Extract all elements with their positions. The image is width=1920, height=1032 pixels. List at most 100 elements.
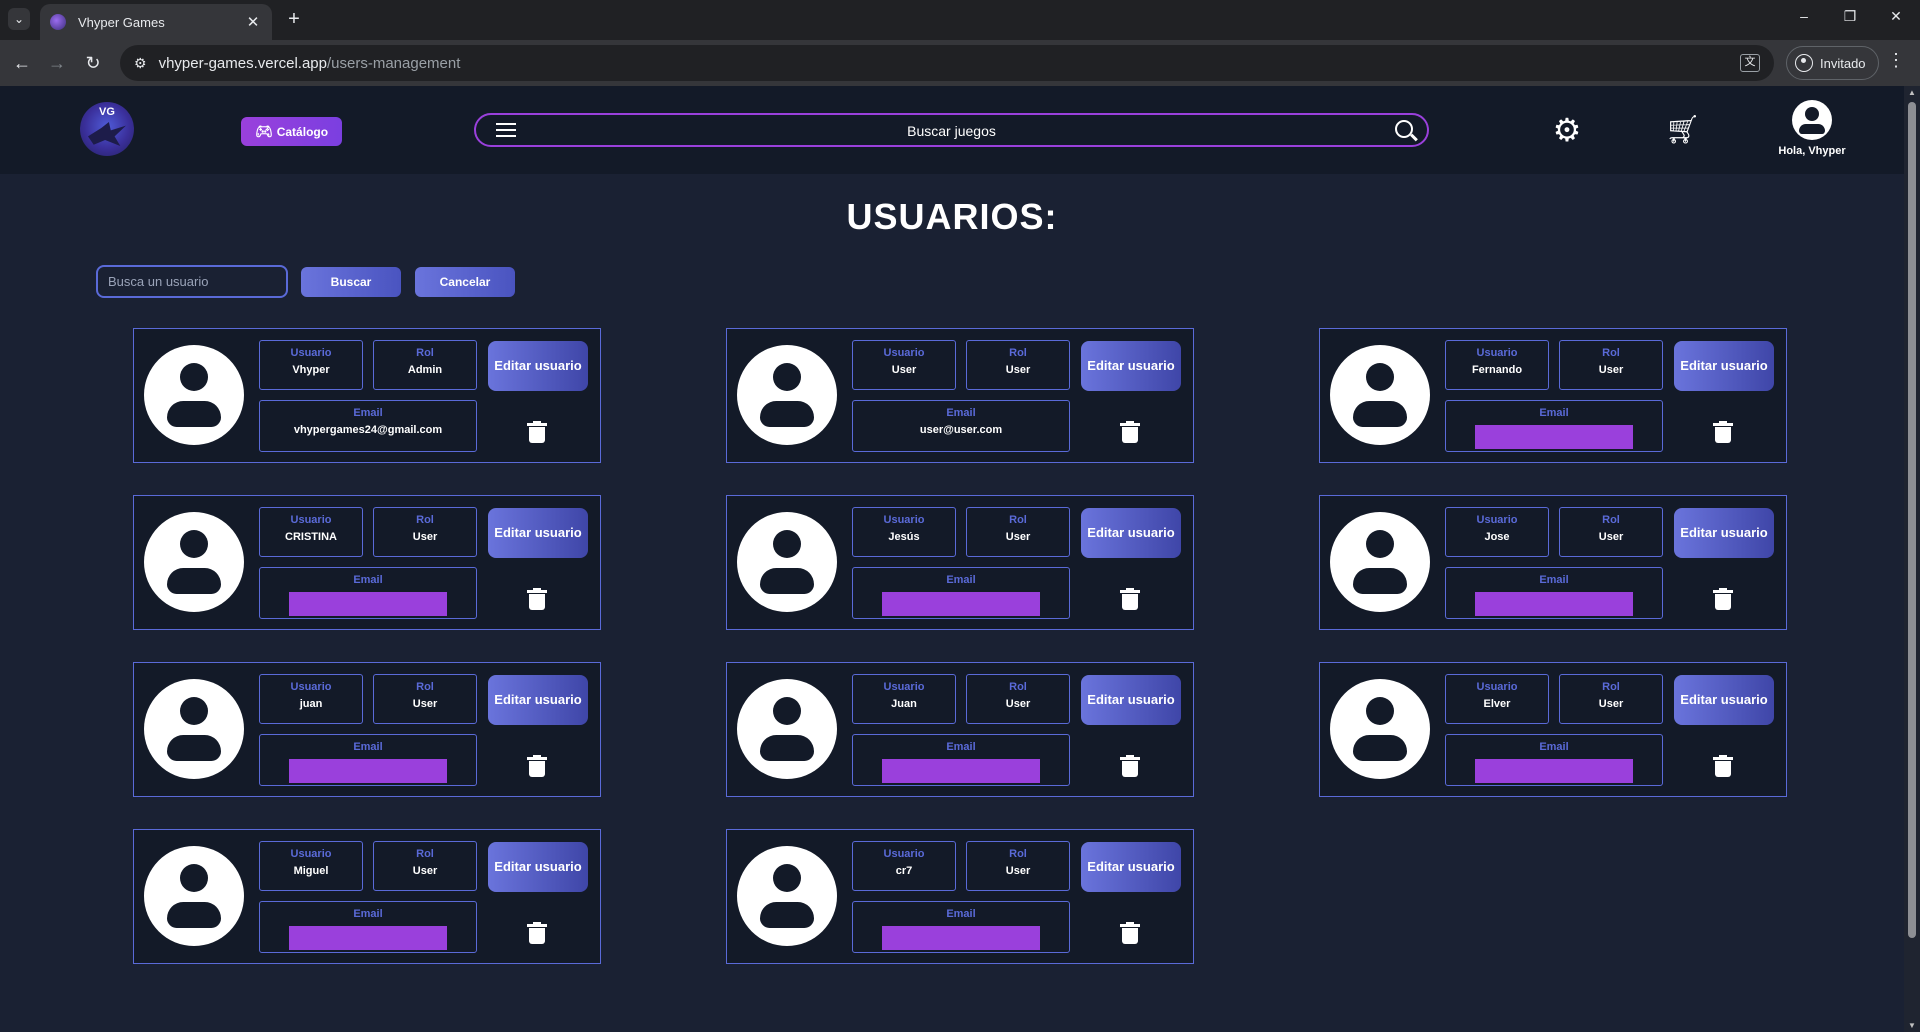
email-label: Email (946, 407, 976, 419)
window-close-icon[interactable]: ✕ (1884, 8, 1908, 25)
username-value: Juan (891, 698, 917, 710)
user-avatar-icon (737, 846, 837, 946)
user-menu[interactable]: Hola, Vhyper (1772, 100, 1852, 157)
role-field: Rol User (966, 841, 1070, 891)
catalog-button[interactable]: 🎮︎ Catálogo (241, 117, 342, 146)
redacted-email (882, 926, 1040, 950)
edit-user-button[interactable]: Editar usuario (488, 341, 588, 391)
delete-trash-icon[interactable] (1120, 421, 1140, 443)
username-value: Fernando (1471, 364, 1523, 376)
email-label: Email (1539, 741, 1569, 753)
shopping-cart-icon[interactable]: 🛒︎ (1665, 114, 1701, 146)
search-button[interactable]: Buscar (301, 267, 401, 297)
email-label: Email (353, 741, 383, 753)
delete-trash-icon[interactable] (1713, 421, 1733, 443)
user-card: Usuario User Rol User Email user@user.co… (726, 328, 1194, 463)
user-search-input[interactable]: Busca un usuario (96, 265, 288, 298)
email-field: Email (1445, 400, 1663, 452)
role-value: User (1598, 698, 1624, 710)
reload-icon[interactable]: ↻ (80, 50, 106, 76)
redacted-email (882, 759, 1040, 783)
role-label: Rol (1009, 681, 1027, 693)
browser-menu-icon[interactable]: ⋮ (1886, 50, 1906, 71)
user-avatar-icon (737, 512, 837, 612)
email-value (853, 592, 1069, 616)
profile-button[interactable]: Invitado (1786, 46, 1879, 80)
browser-tab-active[interactable]: Vhyper Games ✕ (40, 4, 272, 40)
new-tab-plus-icon[interactable]: + (282, 8, 306, 32)
delete-trash-icon[interactable] (1120, 922, 1140, 944)
email-label: Email (1539, 574, 1569, 586)
delete-trash-icon[interactable] (1120, 588, 1140, 610)
game-search-placeholder: Buscar juegos (907, 123, 996, 139)
redacted-email (289, 926, 447, 950)
username-field: Usuario User (852, 340, 956, 390)
tab-close-icon[interactable]: ✕ (244, 13, 262, 31)
edit-user-button[interactable]: Editar usuario (1674, 341, 1774, 391)
username-label: Usuario (1476, 347, 1518, 359)
edit-user-button[interactable]: Editar usuario (1081, 675, 1181, 725)
email-value: vhypergames24@gmail.com (293, 424, 443, 436)
browser-toolbar: ← → ↻ ⚙ vhyper-games.vercel.app/users-ma… (0, 40, 1920, 86)
edit-user-button[interactable]: Editar usuario (1674, 675, 1774, 725)
user-avatar-icon (1330, 679, 1430, 779)
username-value: juan (299, 698, 323, 710)
role-label: Rol (1602, 514, 1620, 526)
role-label: Rol (1602, 681, 1620, 693)
edit-user-button[interactable]: Editar usuario (488, 675, 588, 725)
email-value (853, 759, 1069, 783)
delete-trash-icon[interactable] (1713, 588, 1733, 610)
page-scrollbar[interactable]: ▲ ▼ (1904, 86, 1920, 1032)
cancel-button[interactable]: Cancelar (415, 267, 515, 297)
edit-user-button[interactable]: Editar usuario (1081, 341, 1181, 391)
game-search-bar[interactable]: Buscar juegos (474, 113, 1429, 147)
edit-user-button[interactable]: Editar usuario (1081, 508, 1181, 558)
delete-trash-icon[interactable] (1120, 755, 1140, 777)
settings-gear-icon[interactable]: ⚙ (1551, 114, 1583, 146)
email-label: Email (946, 574, 976, 586)
email-value (260, 592, 476, 616)
address-bar[interactable]: ⚙ vhyper-games.vercel.app/users-manageme… (120, 45, 1774, 81)
role-field: Rol User (966, 340, 1070, 390)
delete-trash-icon[interactable] (527, 588, 547, 610)
delete-trash-icon[interactable] (527, 922, 547, 944)
role-field: Rol User (1559, 507, 1663, 557)
edit-user-button[interactable]: Editar usuario (1081, 842, 1181, 892)
delete-trash-icon[interactable] (527, 755, 547, 777)
email-field: Email (852, 734, 1070, 786)
restore-icon[interactable]: ❐ (1838, 8, 1862, 25)
edit-user-button[interactable]: Editar usuario (1674, 508, 1774, 558)
user-greeting: Hola, Vhyper (1778, 145, 1846, 157)
redacted-email (1475, 425, 1633, 449)
edit-user-button[interactable]: Editar usuario (488, 508, 588, 558)
forward-arrow-icon[interactable]: → (44, 50, 70, 76)
role-value: User (412, 698, 438, 710)
user-avatar-icon (737, 679, 837, 779)
role-label: Rol (1009, 848, 1027, 860)
back-arrow-icon[interactable]: ← (9, 50, 35, 76)
minimize-icon[interactable]: – (1792, 8, 1816, 24)
role-value: User (1005, 364, 1031, 376)
scroll-up-arrow-icon[interactable]: ▲ (1908, 88, 1916, 97)
search-icon[interactable] (1395, 120, 1413, 138)
tab-list-chevron-icon[interactable]: ⌄ (8, 8, 30, 30)
username-field: Usuario Fernando (1445, 340, 1549, 390)
scroll-thumb[interactable] (1908, 102, 1916, 938)
username-field: Usuario Jesús (852, 507, 956, 557)
user-avatar-icon (737, 345, 837, 445)
translate-icon[interactable]: 文 (1740, 54, 1760, 72)
edit-user-button[interactable]: Editar usuario (488, 842, 588, 892)
role-field: Rol User (373, 507, 477, 557)
role-field: Rol User (373, 841, 477, 891)
username-field: Usuario Vhyper (259, 340, 363, 390)
site-info-icon[interactable]: ⚙ (134, 55, 147, 72)
username-label: Usuario (1476, 681, 1518, 693)
delete-trash-icon[interactable] (1713, 755, 1733, 777)
scroll-down-arrow-icon[interactable]: ▼ (1908, 1021, 1916, 1030)
site-logo[interactable]: VG (80, 102, 134, 156)
delete-trash-icon[interactable] (527, 421, 547, 443)
profile-icon (1795, 54, 1813, 72)
email-value: user@user.com (919, 424, 1003, 436)
role-label: Rol (416, 347, 434, 359)
username-value: cr7 (895, 865, 913, 877)
